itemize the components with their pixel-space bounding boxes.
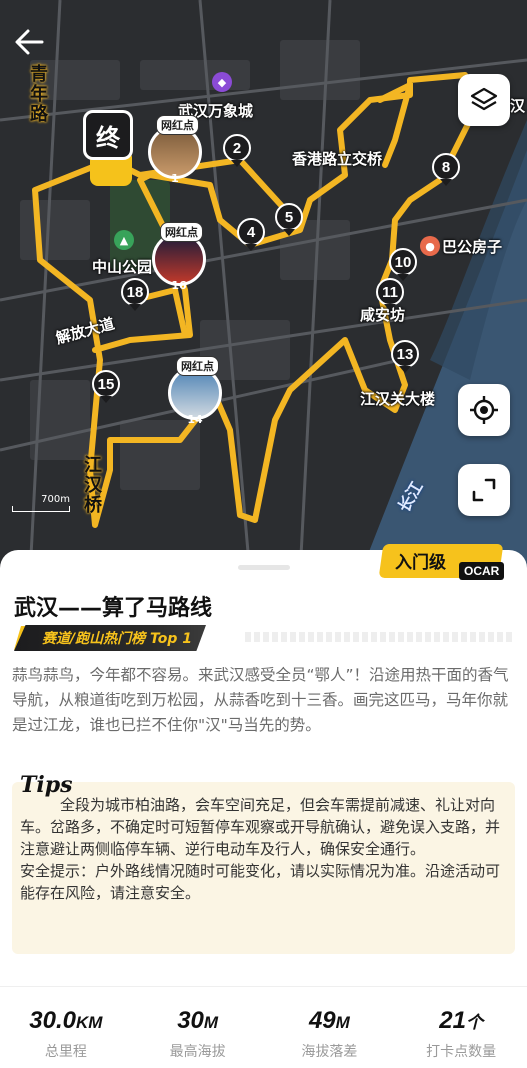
route-pin[interactable]: 4 bbox=[237, 218, 265, 252]
safety-note: 安全提示：户外路线情况随时可能变化，请以实际情况为准。沿途活动可能存在风险，请注… bbox=[20, 862, 501, 902]
label-qingnian-road: 青年路 bbox=[27, 64, 48, 124]
route-pin[interactable]: 2 bbox=[223, 134, 251, 168]
route-pin[interactable]: 13 bbox=[391, 340, 419, 374]
end-marker[interactable]: 终 bbox=[83, 110, 133, 160]
layers-button[interactable] bbox=[458, 74, 510, 126]
map-scale: 700m bbox=[12, 494, 70, 512]
label-jianghan-bldg: 江汉关大楼 bbox=[360, 390, 436, 408]
mall-icon: ◆ bbox=[212, 72, 232, 92]
route-map[interactable]: 青年路 ◆ 武汉万象城 香港路立交桥 ▲ 中山公园 解放大道 ● 巴公房子 咸安… bbox=[0, 0, 527, 575]
layers-icon bbox=[470, 87, 498, 111]
sheet-grabber[interactable] bbox=[238, 565, 290, 570]
park-icon: ▲ bbox=[114, 230, 134, 250]
label-jianghan-bridge: 江汉桥 bbox=[81, 455, 102, 515]
locate-button[interactable] bbox=[458, 384, 510, 436]
photo-pin[interactable]: 网红点 1 bbox=[146, 115, 204, 185]
photo-pin[interactable]: 网红点 16 bbox=[150, 222, 208, 292]
route-pin[interactable]: 5 bbox=[275, 203, 303, 237]
route-pin[interactable]: 11 bbox=[376, 278, 404, 312]
tips-box: Tips 全段为城市柏油路，会车空间充足，但会车需提前减速、礼让对向车。岔路多，… bbox=[12, 772, 515, 954]
rank-badge[interactable]: 赛道/跑山热门榜 Top 1 bbox=[14, 625, 206, 651]
locate-icon bbox=[470, 396, 498, 424]
brand-logo: OCAR bbox=[459, 562, 505, 580]
level-badge: 入门级 OCAR bbox=[378, 542, 511, 586]
arrow-left-icon bbox=[15, 29, 44, 55]
route-detail-sheet[interactable]: 入门级 OCAR 武汉——算了马路线 赛道/跑山热门榜 Top 1 蒜鸟蒜鸟，今… bbox=[0, 544, 527, 1068]
route-pin[interactable]: 8 bbox=[432, 153, 460, 187]
label-bagong: 巴公房子 bbox=[442, 238, 503, 256]
route-title: 武汉——算了马路线 bbox=[14, 596, 213, 621]
building-icon: ● bbox=[420, 236, 440, 256]
rank-divider bbox=[245, 632, 513, 642]
stat-max-altitude: 30M 最高海拔 bbox=[169, 1007, 226, 1060]
back-button[interactable] bbox=[12, 24, 48, 60]
route-pin[interactable]: 15 bbox=[92, 370, 120, 404]
photo-pin[interactable]: 网红点 14 bbox=[166, 356, 224, 426]
route-intro: 蒜鸟蒜鸟，今年都不容易。来武汉感受全员“鄂人”！沿途用热干面的香气导航，从粮道街… bbox=[12, 666, 509, 734]
fullscreen-button[interactable] bbox=[458, 464, 510, 516]
label-zhongshan-park: 中山公园 bbox=[92, 258, 153, 276]
route-stats: 30.0KM 总里程 30M 最高海拔 49M 海拔落差 21个 打卡点数量 bbox=[0, 986, 527, 1068]
label-hk-road: 香港路立交桥 bbox=[292, 150, 383, 168]
label-right-edge: 汉 bbox=[510, 97, 526, 115]
route-pin[interactable]: 10 bbox=[389, 248, 417, 282]
expand-icon bbox=[472, 478, 496, 502]
stat-elevation-gain: 49M 海拔落差 bbox=[301, 1007, 358, 1060]
route-pin[interactable]: 18 bbox=[121, 278, 149, 312]
tips-body: 全段为城市柏油路，会车空间充足，但会车需提前减速、礼让对向车。岔路多，不确定时可… bbox=[20, 796, 501, 858]
stat-checkpoints: 21个 打卡点数量 bbox=[426, 1007, 497, 1060]
stat-distance: 30.0KM 总里程 bbox=[29, 1007, 103, 1060]
